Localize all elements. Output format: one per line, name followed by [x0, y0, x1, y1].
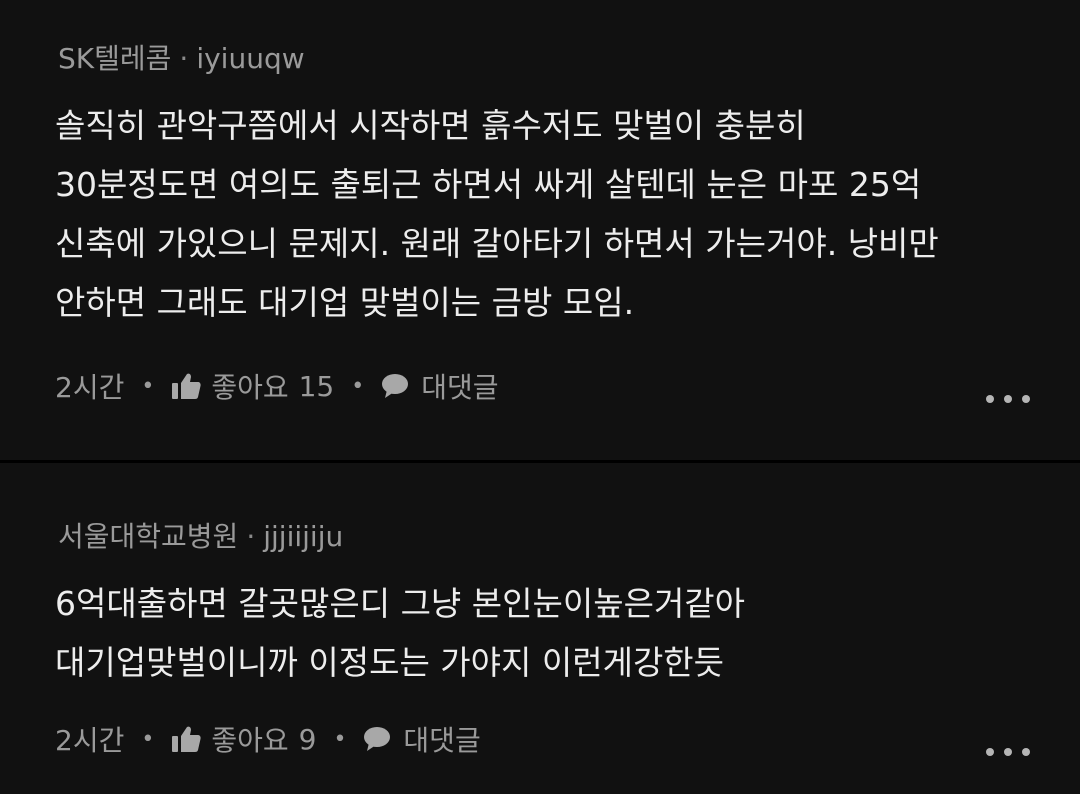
comment-item: SK텔레콤 · iyiuuqw 솔직히 관악구쯤에서 시작하면 흙수저도 맞벌이 충… — [0, 0, 1080, 460]
more-horizontal-icon-dot — [1004, 748, 1012, 756]
more-options-button[interactable] — [986, 740, 1030, 764]
more-horizontal-icon-dot — [1022, 395, 1030, 403]
action-dot: • — [333, 726, 347, 752]
like-button[interactable]: 좋아요 9 — [171, 719, 316, 759]
company-name[interactable]: 서울대학교병원 — [58, 520, 238, 553]
comment-body: 솔직히 관악구쯤에서 시작하면 흙수저도 맞벌이 충분히 30분정도면 여의도 … — [55, 96, 939, 332]
like-count: 15 — [298, 369, 335, 403]
comment-author-line: 서울대학교병원 · jjjiijiju — [58, 520, 343, 554]
like-button[interactable]: 좋아요 15 — [171, 366, 334, 406]
comment-text-line: 대기업맞벌이니까 이정도는 가야지 이런게강한듯 — [55, 643, 725, 682]
comment-text-line: 신축에 가있으니 문제지. 원래 갈아타기 하면서 가는거야. 낭비만 — [55, 224, 939, 263]
comment-body: 6억대출하면 갈곳많은디 그냥 본인눈이높은거같아 대기업맞벌이니까 이정도는 … — [55, 574, 745, 692]
comment-item: 서울대학교병원 · jjjiijiju 6억대출하면 갈곳많은디 그냥 본인눈이높은… — [0, 463, 1080, 794]
comment-text-line: 솔직히 관악구쯤에서 시작하면 흙수저도 맞벌이 충분히 — [55, 106, 806, 145]
comment-text-line: 30분정도면 여의도 출퇴근 하면서 싸게 살텐데 눈은 마포 25억 — [55, 165, 922, 204]
meta-separator: · — [179, 42, 189, 75]
company-name[interactable]: SK텔레콤 — [58, 42, 171, 75]
comment-time: 2시간 — [55, 371, 125, 404]
meta-separator: · — [246, 520, 256, 553]
username[interactable]: jjjiijiju — [263, 520, 343, 553]
action-dot: • — [351, 373, 365, 399]
reply-button[interactable]: 대댓글 — [363, 719, 481, 759]
speech-bubble-icon — [364, 727, 391, 751]
comment-actions: 2시간 • 좋아요 15 • 대댓글 — [55, 366, 499, 406]
like-label: 좋아요 — [211, 371, 289, 404]
more-horizontal-icon-dot — [1004, 395, 1012, 403]
more-horizontal-icon-dot — [986, 395, 994, 403]
thumbs-up-icon — [172, 373, 201, 399]
more-horizontal-icon-dot — [1022, 748, 1030, 756]
username[interactable]: iyiuuqw — [196, 42, 304, 75]
speech-bubble-icon — [382, 374, 409, 398]
action-dot: • — [141, 373, 155, 399]
comment-actions: 2시간 • 좋아요 9 • 대댓글 — [55, 719, 481, 759]
comment-time: 2시간 — [55, 724, 125, 757]
reply-label: 대댓글 — [421, 371, 499, 404]
reply-label: 대댓글 — [403, 724, 481, 757]
reply-button[interactable]: 대댓글 — [381, 366, 499, 406]
comment-text-line: 6억대출하면 갈곳많은디 그냥 본인눈이높은거같아 — [55, 584, 746, 623]
like-label: 좋아요 — [211, 724, 289, 757]
like-count: 9 — [298, 722, 317, 756]
more-horizontal-icon-dot — [986, 748, 994, 756]
action-dot: • — [141, 726, 155, 752]
thumbs-up-icon — [172, 726, 201, 752]
comment-text-line: 안하면 그래도 대기업 맞벌이는 금방 모임. — [55, 283, 635, 322]
more-options-button[interactable] — [986, 387, 1030, 411]
comment-author-line: SK텔레콤 · iyiuuqw — [58, 42, 305, 76]
